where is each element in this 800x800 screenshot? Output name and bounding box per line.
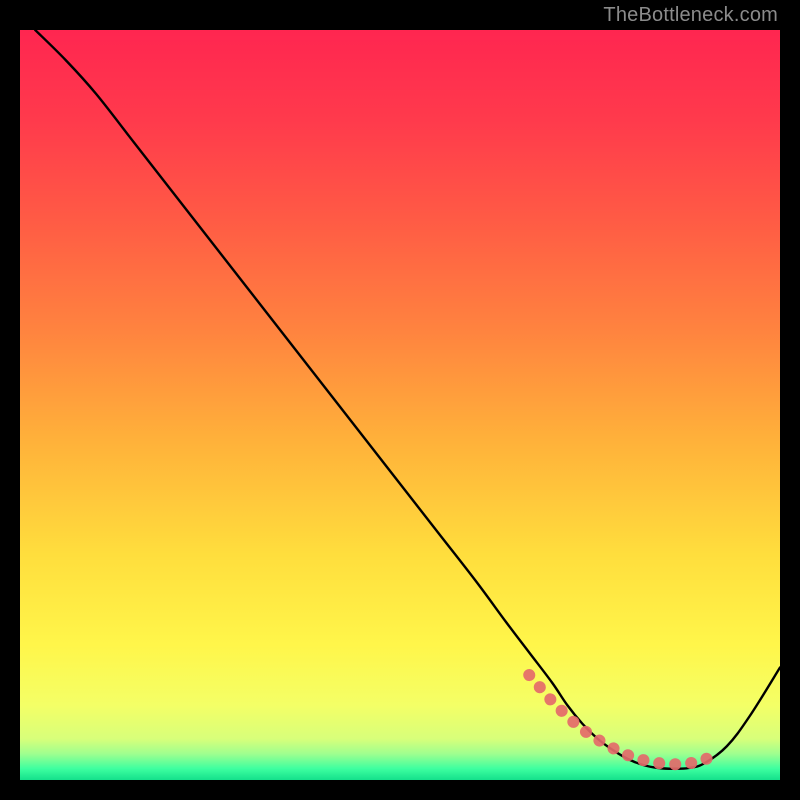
watermark-text: TheBottleneck.com <box>603 4 778 27</box>
bottleneck-chart <box>20 30 780 780</box>
chart-area <box>20 30 780 780</box>
